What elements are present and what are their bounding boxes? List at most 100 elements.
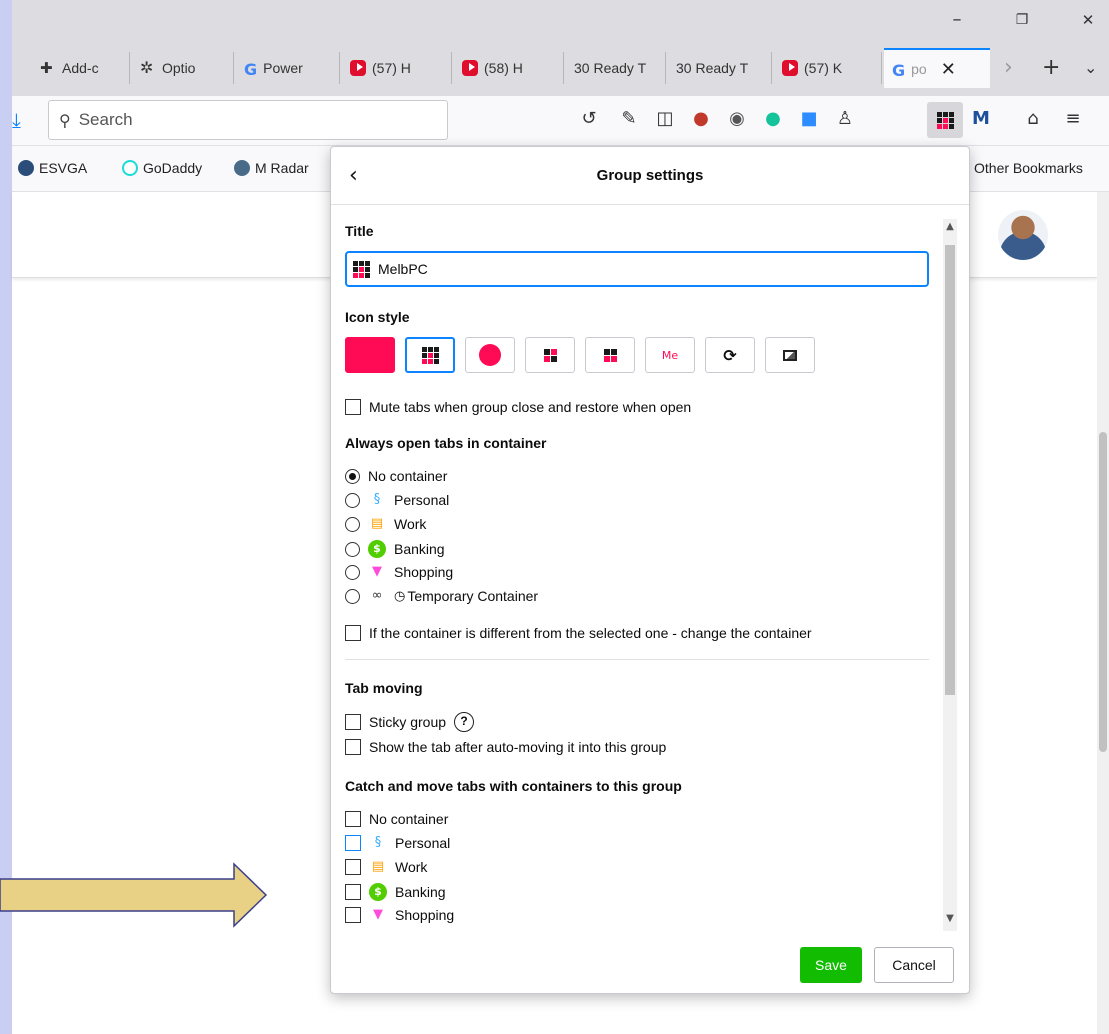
- people-icon[interactable]: ♙: [834, 108, 856, 130]
- simple-tab-groups-icon[interactable]: [927, 102, 963, 138]
- radio-no-container[interactable]: [345, 468, 360, 484]
- tab-options[interactable]: ✲ Optio: [132, 52, 234, 84]
- change-container-row[interactable]: If the container is different from the s…: [345, 625, 812, 641]
- tab-youtube-58[interactable]: (58) H: [454, 52, 564, 84]
- container-option-temporary[interactable]: ∞ ◷ Temporary Container: [345, 588, 538, 604]
- bookmark-esvga[interactable]: ESVGA: [18, 160, 87, 176]
- extension-icon[interactable]: ◉: [726, 108, 748, 130]
- container-option-banking[interactable]: $ Banking: [345, 540, 445, 558]
- icon-style-circle-button[interactable]: [465, 337, 515, 373]
- tab-label: (57) H: [372, 60, 411, 76]
- history-icon[interactable]: ↺: [578, 108, 600, 130]
- search-icon: ⚲: [59, 110, 71, 130]
- catch-label: Shopping: [395, 907, 455, 923]
- mute-tabs-checkbox[interactable]: [345, 399, 361, 415]
- grammarly-icon[interactable]: ●: [762, 108, 784, 130]
- page-scroll-thumb[interactable]: [1099, 432, 1107, 752]
- catch-shopping-checkbox[interactable]: [345, 907, 361, 923]
- catch-option-shopping[interactable]: ▼ Shopping: [345, 907, 454, 923]
- change-container-checkbox[interactable]: [345, 625, 361, 641]
- icon-style-title-icon-button[interactable]: [405, 337, 455, 373]
- radio-personal[interactable]: [345, 492, 360, 508]
- icon-style-refresh-button[interactable]: ⟳: [705, 337, 755, 373]
- group-title-input[interactable]: MelbPC: [345, 251, 929, 287]
- notification-icon[interactable]: M: [970, 108, 992, 130]
- container-option-work[interactable]: ▤ Work: [345, 516, 426, 532]
- extension-icon[interactable]: ●: [690, 108, 712, 130]
- sticky-group-row[interactable]: Sticky group ?: [345, 712, 475, 732]
- tab-30-ready-1[interactable]: 30 Ready T: [566, 52, 666, 84]
- sticky-group-checkbox[interactable]: [345, 714, 361, 730]
- title-section-label: Title: [345, 223, 374, 239]
- catch-option-banking[interactable]: $ Banking: [345, 883, 446, 901]
- show-tab-row[interactable]: Show the tab after auto-moving it into t…: [345, 739, 666, 755]
- page-scrollbar[interactable]: [1097, 192, 1109, 1034]
- catch-no-container-checkbox[interactable]: [345, 811, 361, 827]
- fingerprint-icon: §: [373, 492, 381, 507]
- new-tab-button[interactable]: +: [1042, 57, 1060, 79]
- catch-banking-checkbox[interactable]: [345, 884, 361, 900]
- container-option-personal[interactable]: § Personal: [345, 492, 449, 508]
- catch-label: Personal: [395, 835, 451, 851]
- catch-personal-checkbox[interactable]: [345, 835, 361, 851]
- tab-label: (58) H: [484, 60, 523, 76]
- avatar[interactable]: [998, 210, 1048, 260]
- bookmark-m-radar[interactable]: M Radar: [234, 160, 309, 176]
- save-button[interactable]: Save: [800, 947, 862, 983]
- icon-style-image-button[interactable]: [765, 337, 815, 373]
- download-icon[interactable]: ⤓: [12, 108, 21, 132]
- bookmark-label: GoDaddy: [143, 160, 203, 176]
- tab-moving-label: Tab moving: [345, 680, 423, 696]
- icon-style-title-button[interactable]: Me: [645, 337, 695, 373]
- window-titlebar: – ❐ ✕: [12, 0, 1109, 40]
- container-option-none[interactable]: No container: [345, 468, 447, 484]
- list-tabs-icon[interactable]: ⌄: [1084, 58, 1097, 78]
- tab-30-ready-2[interactable]: 30 Ready T: [668, 52, 772, 84]
- tab-active[interactable]: G po ✕: [884, 48, 990, 88]
- menu-icon[interactable]: ≡: [1062, 108, 1084, 130]
- panel-scroll-thumb[interactable]: [945, 245, 955, 695]
- tab-add-ons[interactable]: ✚ Add-c: [32, 52, 130, 84]
- bookmark-godaddy[interactable]: GoDaddy: [122, 160, 202, 176]
- close-window-button[interactable]: ✕: [1078, 10, 1098, 30]
- search-input[interactable]: ⚲ Search: [48, 100, 448, 140]
- show-tab-checkbox[interactable]: [345, 739, 361, 755]
- cancel-button[interactable]: Cancel: [874, 947, 954, 983]
- minimize-button[interactable]: –: [947, 10, 967, 30]
- radio-shopping[interactable]: [345, 564, 360, 580]
- close-tab-icon[interactable]: ✕: [941, 59, 956, 80]
- reader-icon[interactable]: ◫: [654, 108, 676, 130]
- help-icon[interactable]: ?: [454, 712, 475, 732]
- radio-banking[interactable]: [345, 541, 360, 557]
- icon-style-color-button[interactable]: [345, 337, 395, 373]
- eyedropper-icon[interactable]: ✎: [618, 108, 640, 130]
- tab-label: (57) K: [804, 60, 843, 76]
- google-icon: G: [244, 60, 258, 79]
- circle-icon: [479, 344, 501, 366]
- other-bookmarks[interactable]: Other Bookmarks: [974, 160, 1083, 176]
- radio-work[interactable]: [345, 516, 360, 532]
- mute-tabs-row[interactable]: Mute tabs when group close and restore w…: [345, 399, 691, 415]
- catch-option-work[interactable]: ▤ Work: [345, 859, 427, 875]
- show-tab-label: Show the tab after auto-moving it into t…: [369, 739, 667, 755]
- cart-icon: ▼: [373, 907, 383, 922]
- tab-youtube-57[interactable]: (57) H: [342, 52, 452, 84]
- briefcase-icon: ▤: [370, 516, 384, 531]
- catch-option-none[interactable]: No container: [345, 811, 448, 827]
- catch-work-checkbox[interactable]: [345, 859, 361, 875]
- container-label: Banking: [394, 541, 445, 557]
- scroll-tabs-right-icon[interactable]: ›: [1004, 57, 1013, 79]
- radio-temporary[interactable]: [345, 588, 360, 604]
- panel-scrollbar[interactable]: ▲ ▼: [943, 219, 957, 931]
- gift-icon[interactable]: ⌂: [1022, 108, 1044, 130]
- tab-power[interactable]: G Power: [236, 52, 340, 84]
- zoom-icon[interactable]: ■: [798, 108, 820, 130]
- container-option-shopping[interactable]: ▼ Shopping: [345, 564, 453, 580]
- restore-button[interactable]: ❐: [1012, 10, 1032, 30]
- tab-youtube-57k[interactable]: (57) K: [774, 52, 882, 84]
- panel-title: Group settings: [596, 167, 704, 184]
- scroll-up-icon[interactable]: ▲: [943, 221, 957, 237]
- icon-style-squares-button[interactable]: [525, 337, 575, 373]
- icon-style-old-button[interactable]: [585, 337, 635, 373]
- catch-option-personal[interactable]: § Personal: [345, 835, 450, 851]
